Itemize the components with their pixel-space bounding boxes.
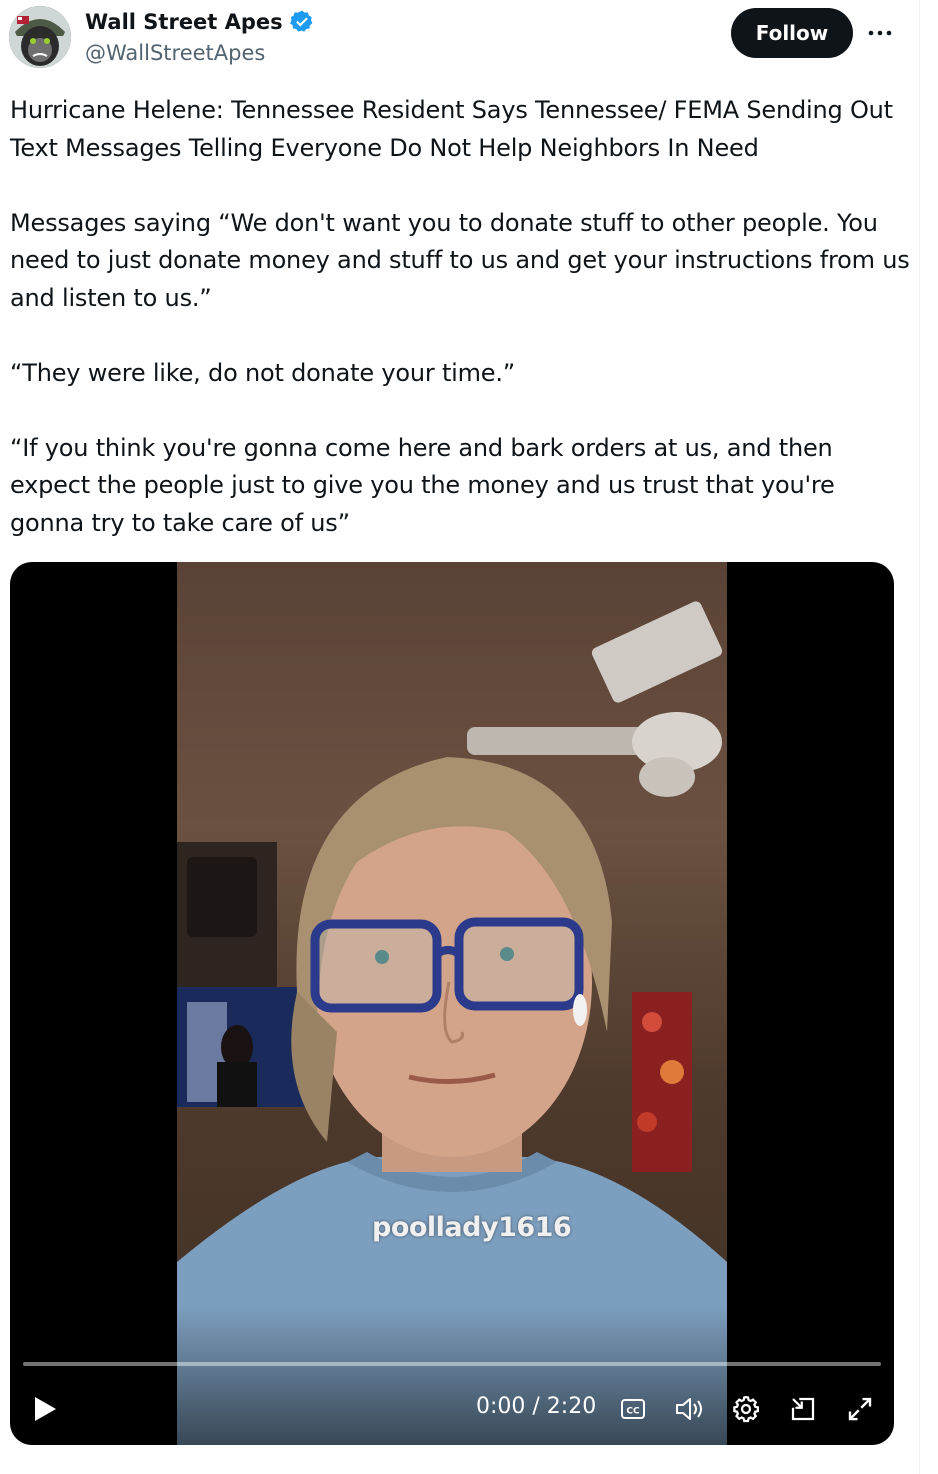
volume-icon <box>676 1398 702 1420</box>
author-handle[interactable]: @WallStreetApes <box>85 41 265 65</box>
more-horizontal-icon <box>868 30 892 36</box>
fullscreen-button[interactable] <box>843 1392 877 1426</box>
video-watermark: poollady1616 <box>372 1212 572 1243</box>
ape-avatar-image <box>9 6 71 68</box>
gear-icon <box>733 1395 759 1423</box>
captions-icon: CC <box>621 1399 645 1419</box>
more-options-button[interactable] <box>862 18 898 48</box>
volume-button[interactable] <box>672 1392 708 1426</box>
video-progress-bar[interactable] <box>23 1362 881 1366</box>
picture-in-picture-icon <box>791 1397 815 1421</box>
video-time: 0:00 / 2:20 <box>476 1394 597 1419</box>
follow-button[interactable]: Follow <box>731 8 853 58</box>
svg-text:CC: CC <box>626 1407 640 1417</box>
play-icon <box>35 1397 56 1421</box>
post-paragraph: Messages saying “We don't want you to do… <box>10 208 910 312</box>
author-name-row[interactable]: Wall Street Apes <box>85 9 315 35</box>
play-button[interactable] <box>28 1392 62 1426</box>
video-player[interactable]: poollady1616 0:00 / 2:20 CC <box>10 562 894 1445</box>
picture-in-picture-button[interactable] <box>786 1392 820 1426</box>
column-divider <box>919 0 920 1474</box>
post-paragraph: “They were like, do not donate your time… <box>10 358 516 387</box>
post-paragraph: Hurricane Helene: Tennessee Resident Say… <box>10 96 893 162</box>
post-text: Hurricane Helene: Tennessee Resident Say… <box>10 92 910 580</box>
author-name[interactable]: Wall Street Apes <box>85 10 283 34</box>
verified-badge-icon[interactable] <box>289 9 315 35</box>
captions-button[interactable]: CC <box>618 1394 648 1424</box>
fullscreen-icon <box>848 1397 872 1421</box>
avatar[interactable] <box>9 6 71 68</box>
settings-button[interactable] <box>729 1392 763 1426</box>
post-paragraph: “If you think you're gonna come here and… <box>10 433 835 537</box>
